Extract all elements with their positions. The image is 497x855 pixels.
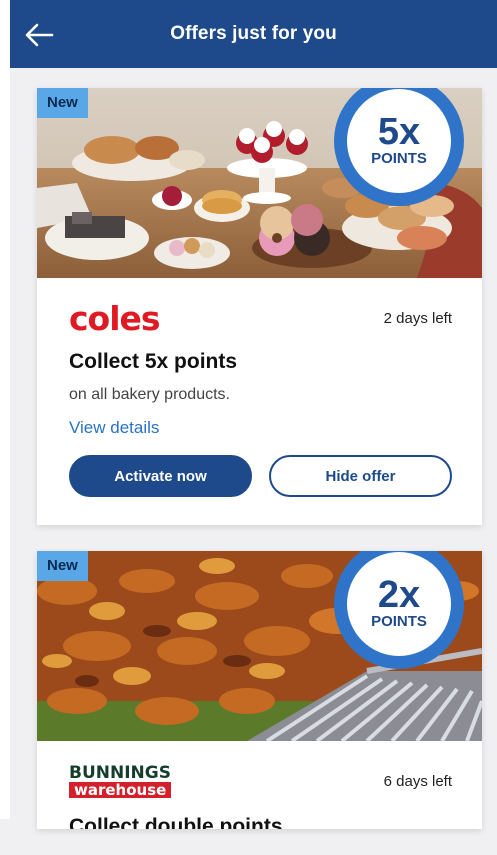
page-title: Offers just for you <box>170 23 337 44</box>
app-header: Offers just for you <box>10 0 497 68</box>
left-edge <box>0 0 10 819</box>
days-left: 6 days left <box>383 772 452 790</box>
new-badge: New <box>37 551 88 581</box>
activate-now-button[interactable]: Activate now <box>69 455 252 497</box>
hide-offer-button[interactable]: Hide offer <box>269 455 452 497</box>
brand-row: BUNNINGS warehouse 6 days left <box>69 763 452 799</box>
offer-card: New 2x POINTS BUNNINGS warehouse 6 days … <box>37 551 482 829</box>
offer-body: coles 2 days left Collect 5x points on a… <box>37 278 482 525</box>
offers-feed: New 5x POINTS coles 2 days left Collect … <box>37 88 482 855</box>
offer-subtitle: on all bakery products. <box>69 386 230 403</box>
back-button[interactable] <box>24 22 54 48</box>
points-badge-inner: 5x POINTS <box>347 89 451 193</box>
points-multiplier: 5x <box>377 111 421 153</box>
points-label: POINTS <box>371 150 427 167</box>
offer-title: Collect 5x points <box>69 350 238 373</box>
points-badge-inner: 2x POINTS <box>347 552 451 656</box>
offer-title: Collect double points <box>69 815 283 829</box>
view-details-link[interactable]: View details <box>69 418 159 438</box>
offer-hero-image: New 2x POINTS <box>37 551 482 741</box>
bunnings-logo-top: BUNNINGS <box>69 763 171 783</box>
offer-card: New 5x POINTS coles 2 days left Collect … <box>37 88 482 525</box>
bunnings-logo-bottom: warehouse <box>69 782 172 798</box>
points-multiplier: 2x <box>377 574 421 616</box>
brand-row: coles 2 days left <box>69 298 452 338</box>
offer-body: BUNNINGS warehouse 6 days left Collect d… <box>37 741 482 829</box>
bunnings-logo: BUNNINGS warehouse <box>69 763 172 798</box>
days-left: 2 days left <box>383 309 452 327</box>
offer-actions: Activate now Hide offer <box>69 455 452 497</box>
new-badge: New <box>37 88 88 118</box>
coles-logo: coles <box>69 298 161 338</box>
points-label: POINTS <box>371 613 427 630</box>
offer-hero-image: New 5x POINTS <box>37 88 482 278</box>
arrow-left-icon <box>25 23 54 47</box>
